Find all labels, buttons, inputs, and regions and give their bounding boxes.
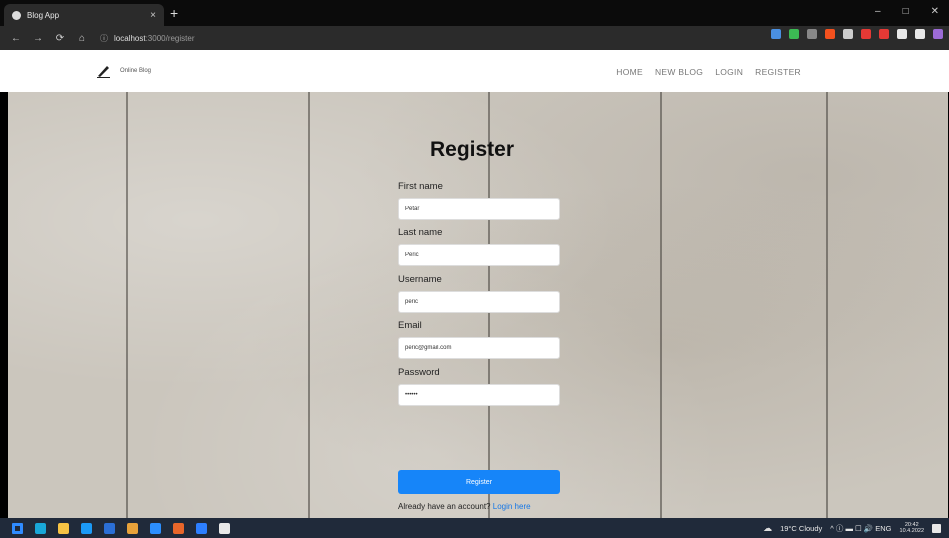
last-name-field[interactable] [398,244,560,266]
clock[interactable]: 20:42 10.4.2022 [900,522,924,534]
browser-extension-icon[interactable] [915,29,925,39]
url-host: localhost [114,33,146,43]
nav-new-blog-link[interactable]: NEW BLOG [655,67,703,77]
browser-extension-icon[interactable] [825,29,835,39]
weather-text[interactable]: 19°C Cloudy [780,524,822,533]
store-icon[interactable] [104,522,115,534]
reload-icon[interactable]: ⟳ [54,33,66,44]
username-label: Username [398,274,442,285]
email-label: Email [398,320,422,331]
site-info-icon[interactable]: ⓘ [100,33,108,44]
tray-icons[interactable]: ^ ⓘ ▬ ☐ 🔊 ENG [830,523,891,534]
register-button[interactable]: Register [398,470,560,494]
home-icon[interactable]: ⌂ [76,33,88,44]
system-tray: ☁ 19°C Cloudy ^ ⓘ ▬ ☐ 🔊 ENG 20:42 10.4.2… [763,522,941,534]
wood-plank-seam [308,92,310,518]
maximize-icon[interactable]: □ [903,6,909,17]
wood-plank-seam [826,92,828,518]
nav-home-link[interactable]: HOME [616,67,643,77]
last-name-label: Last name [398,227,443,238]
browser-extension-icon[interactable] [789,29,799,39]
nav-register-link[interactable]: REGISTER [755,67,801,77]
new-tab-button[interactable]: + [170,6,178,20]
browser-extension-icon[interactable] [771,29,781,39]
extensions-area [771,29,943,39]
wood-plank-seam [660,92,662,518]
first-name-field[interactable] [398,198,560,220]
app-icon[interactable] [173,522,184,534]
close-window-icon[interactable]: ✕ [931,6,939,17]
notifications-icon[interactable] [932,523,941,533]
password-field[interactable] [398,384,560,406]
brand[interactable]: Online Blog [96,64,151,78]
browser-tab[interactable]: Blog App × [4,4,164,26]
site-navbar: Online Blog HOME NEW BLOG LOGIN REGISTER [0,50,949,92]
web-page: Online Blog HOME NEW BLOG LOGIN REGISTER… [0,50,949,518]
email-field[interactable] [398,337,560,359]
app-icon[interactable] [219,522,230,534]
pen-icon [97,66,110,78]
weather-cloud-icon[interactable]: ☁ [763,523,772,534]
wood-plank-seam [126,92,128,518]
login-here-link[interactable]: Login here [493,502,531,511]
taskbar: ☁ 19°C Cloudy ^ ⓘ ▬ ☐ 🔊 ENG 20:42 10.4.2… [0,518,949,538]
taskbar-apps [0,522,230,534]
browser-extension-icon[interactable] [861,29,871,39]
nav-login-link[interactable]: LOGIN [715,67,743,77]
site-nav-links: HOME NEW BLOG LOGIN REGISTER [616,67,801,77]
browser-extension-icon[interactable] [843,29,853,39]
window-controls: – □ ✕ [875,6,939,17]
browser-extension-icon[interactable] [897,29,907,39]
browser-extension-icon[interactable] [807,29,817,39]
back-icon[interactable]: ← [10,33,22,44]
app-icon[interactable] [81,522,92,534]
first-name-label: First name [398,181,443,192]
password-label: Password [398,367,440,378]
tab-close-icon[interactable]: × [150,10,156,21]
already-have-account-text: Already have an account? [398,502,491,511]
tab-favicon-icon [12,10,21,20]
clock-date: 10.4.2022 [899,528,924,534]
minimize-icon[interactable]: – [875,6,881,17]
brand-name: Online Blog [120,68,152,74]
address-bar[interactable]: ⓘ localhost :3000/register [100,29,520,47]
vscode-icon[interactable] [150,522,161,534]
browser-tab-strip: Blog App × + – □ ✕ [0,0,949,26]
username-field[interactable] [398,291,560,313]
file-explorer-icon[interactable] [58,522,69,534]
login-prompt: Already have an account? Login here [398,502,531,511]
tab-title: Blog App [27,10,60,20]
start-icon[interactable] [12,522,23,534]
edge-icon[interactable] [35,522,46,534]
url-path: :3000/register [145,33,195,43]
page-title: Register [430,138,515,161]
app-icon[interactable] [196,522,207,534]
forward-icon[interactable]: → [32,33,44,44]
browser-extension-icon[interactable] [879,29,889,39]
app-icon[interactable] [127,522,138,534]
browser-extension-icon[interactable] [933,29,943,39]
